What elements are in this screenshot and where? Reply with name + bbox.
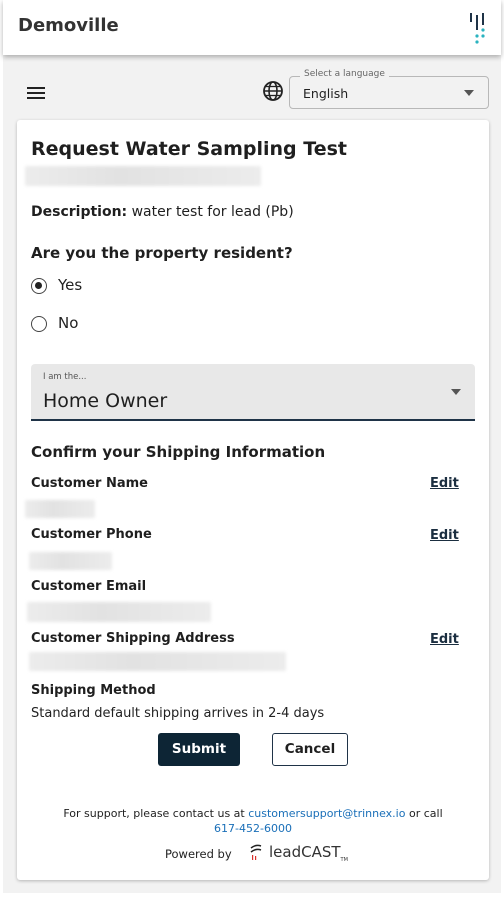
hamburger-menu-icon[interactable] xyxy=(24,84,48,102)
globe-icon xyxy=(263,81,283,101)
leadcast-logo-icon xyxy=(250,844,262,860)
role-select[interactable]: I am the... Home Owner xyxy=(31,364,475,421)
shipping-method-label: Shipping Method xyxy=(31,683,156,698)
radio-yes[interactable] xyxy=(31,278,47,294)
app-title: Demoville xyxy=(18,15,119,36)
leadcast-lead: lead xyxy=(269,843,302,861)
shipping-heading: Confirm your Shipping Information xyxy=(31,443,326,461)
radio-selected-dot xyxy=(35,282,42,289)
leadcast-cast: CAST xyxy=(301,843,341,861)
radio-yes-label[interactable]: Yes xyxy=(58,276,82,294)
form-title: Request Water Sampling Test xyxy=(31,138,347,160)
description-label: Description: xyxy=(31,204,128,220)
edit-address-link[interactable]: Edit xyxy=(430,632,459,647)
app-bar: Demoville xyxy=(3,0,501,55)
request-form-card: Request Water Sampling Test Description:… xyxy=(17,120,489,880)
description: Description: water test for lead (Pb) xyxy=(31,204,294,220)
support-prefix: For support, please contact us at xyxy=(63,807,245,820)
radio-no[interactable] xyxy=(31,316,47,332)
chevron-down-icon xyxy=(451,389,461,395)
resident-question: Are you the property resident? xyxy=(31,244,293,262)
customer-name-label: Customer Name xyxy=(31,476,148,491)
edit-phone-link[interactable]: Edit xyxy=(430,528,459,543)
role-select-label: I am the... xyxy=(43,372,87,382)
redacted-email xyxy=(27,602,211,622)
redacted-phone xyxy=(29,552,112,570)
support-or-call: or call xyxy=(408,807,443,820)
leadcast-logo: leadCASTTM xyxy=(269,843,348,863)
language-select-label: Select a language xyxy=(300,69,389,79)
redacted-address-line xyxy=(29,652,286,671)
role-select-value: Home Owner xyxy=(43,390,168,412)
support-phone-link[interactable]: 617-452-6000 xyxy=(214,822,292,835)
radio-no-label[interactable]: No xyxy=(58,314,78,332)
cancel-button[interactable]: Cancel xyxy=(272,733,348,766)
description-value: water test for lead (Pb) xyxy=(131,204,294,220)
language-select-value: English xyxy=(303,86,349,101)
customer-address-label: Customer Shipping Address xyxy=(31,631,235,646)
customer-phone-label: Customer Phone xyxy=(31,527,152,542)
redacted-name xyxy=(25,500,95,518)
submit-button[interactable]: Submit xyxy=(158,733,240,766)
support-text: For support, please contact us at custom… xyxy=(17,806,489,836)
customer-email-label: Customer Email xyxy=(31,579,147,594)
redacted-address xyxy=(25,166,261,186)
leadcast-tm: TM xyxy=(340,857,348,863)
edit-name-link[interactable]: Edit xyxy=(430,476,459,491)
chevron-down-icon xyxy=(464,90,474,96)
powered-by-label: Powered by xyxy=(165,847,232,861)
trinnex-logo-icon xyxy=(470,13,485,44)
support-email-link[interactable]: customersupport@trinnex.io xyxy=(248,807,405,820)
shipping-method-value: Standard default shipping arrives in 2-4… xyxy=(31,706,325,721)
language-select[interactable]: Select a language English xyxy=(289,69,489,109)
